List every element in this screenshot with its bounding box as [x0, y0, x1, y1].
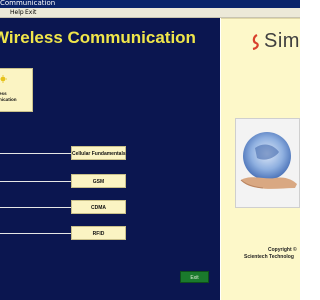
connector-line	[0, 181, 72, 182]
brand-name: Sim	[264, 30, 300, 52]
module-icon-tile[interactable]: ess nication	[0, 68, 33, 112]
company-name: Scientech Technolog	[244, 254, 294, 260]
hero-image	[235, 118, 300, 208]
brand-logo-icon	[252, 34, 259, 50]
image-frame	[235, 118, 300, 208]
connector-line	[0, 233, 72, 234]
rfid-button[interactable]: RFID	[71, 226, 126, 240]
copyright-text: Copyright ©	[268, 247, 297, 253]
module-label: ess nication	[0, 91, 32, 103]
divider	[221, 18, 300, 19]
gsm-button[interactable]: GSM	[71, 174, 126, 188]
connector-line	[0, 207, 72, 208]
menu-bar: Help Exit	[0, 8, 300, 18]
connector-line	[0, 153, 72, 154]
sun-icon	[0, 75, 7, 83]
menu-item-exit[interactable]: Exit	[25, 8, 36, 17]
menu-item-help[interactable]: Help	[10, 8, 24, 17]
module-label-line2: nication	[0, 97, 17, 102]
exit-button[interactable]: Exit	[180, 271, 209, 283]
page-title: Wireless Communication	[0, 28, 196, 47]
cdma-button[interactable]: CDMA	[71, 200, 126, 214]
cellular-fundamentals-button[interactable]: Cellular Fundamentals	[71, 146, 126, 160]
title-bar: Communication	[0, 0, 300, 8]
window-title: Communication	[0, 0, 56, 7]
